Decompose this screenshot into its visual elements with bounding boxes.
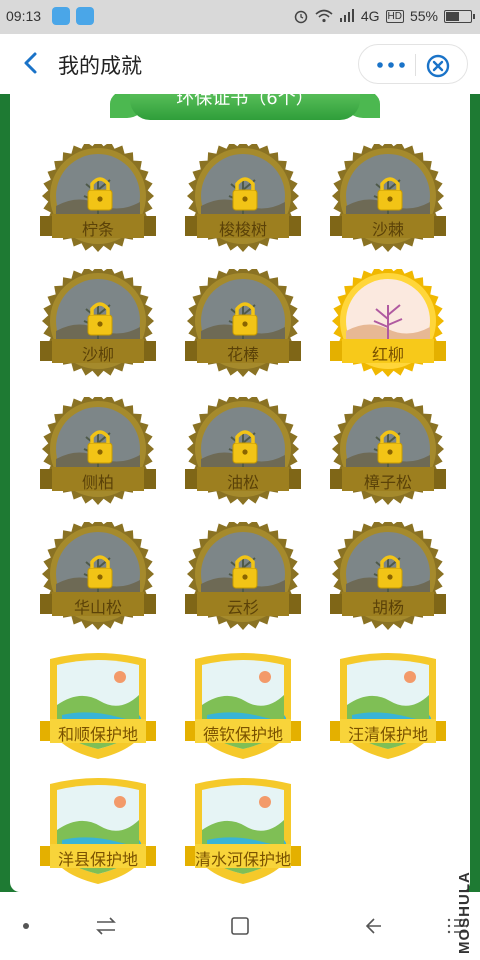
achievements-content[interactable]: 环保证书（6个） 柠条 梭梭树 沙棘沙柳 花棒 红柳侧柏 油松 樟子松华山松 云杉 胡杨和顺保护… <box>0 94 480 892</box>
wifi-icon <box>315 9 333 23</box>
badge-item[interactable]: 云杉 <box>183 522 303 632</box>
back-arrow-icon[interactable] <box>360 914 384 938</box>
certificate-panel: 环保证书（6个） 柠条 梭梭树 沙棘沙柳 花棒 红柳侧柏 油松 樟子松华山松 云杉 胡杨和顺保护… <box>10 94 470 892</box>
status-time: 09:13 <box>6 8 42 24</box>
network-type: 4G <box>360 8 380 24</box>
badge-item[interactable]: 洋县保护地 <box>38 774 158 884</box>
section-title-ribbon: 环保证书（6个） <box>130 94 360 120</box>
close-circle-icon[interactable] <box>425 53 451 79</box>
signal-icon <box>339 9 354 22</box>
badge-name: 清水河保护地 <box>194 850 291 869</box>
badge-name: 和顺保护地 <box>57 725 138 744</box>
badge-name: 梭梭树 <box>218 220 267 239</box>
lock-icon <box>233 552 257 588</box>
badge-name: 沙棘 <box>371 220 404 239</box>
badge-item[interactable]: 华山松 <box>38 522 158 632</box>
badge-item[interactable]: 沙棘 <box>328 144 448 254</box>
lock-icon <box>233 427 257 463</box>
lock-icon <box>88 427 112 463</box>
badge-item[interactable]: 梭梭树 <box>183 144 303 254</box>
badge-name: 柠条 <box>81 220 114 239</box>
alarm-app-icon <box>52 7 70 25</box>
switch-icon[interactable] <box>94 914 118 938</box>
badge-name: 胡杨 <box>371 598 404 617</box>
badge-item[interactable]: 樟子松 <box>328 397 448 507</box>
battery-icon <box>444 9 475 23</box>
badge-item[interactable]: 柠条 <box>38 144 158 254</box>
badge-name: 云杉 <box>226 598 259 617</box>
dot-icon[interactable] <box>14 914 38 938</box>
badge-name: 德钦保护地 <box>202 725 283 744</box>
badge-name: 华山松 <box>73 598 122 617</box>
lock-icon <box>233 299 257 335</box>
badge-item[interactable]: 和顺保护地 <box>38 649 158 759</box>
page-title: 我的成就 <box>58 54 142 78</box>
badge-name: 红柳 <box>371 345 404 364</box>
lock-icon <box>88 174 112 210</box>
lock-icon <box>88 299 112 335</box>
badge-name: 花棒 <box>226 345 259 364</box>
status-right: 4G HD 55% <box>293 8 475 24</box>
badge-item[interactable]: 汪清保护地 <box>328 649 448 759</box>
badge-item[interactable]: 德钦保护地 <box>183 649 303 759</box>
badge-name: 沙柳 <box>81 345 114 364</box>
badge-item[interactable]: 侧柏 <box>38 397 158 507</box>
hd-badge: HD <box>385 9 404 23</box>
badge-name: 油松 <box>226 473 259 492</box>
square-icon[interactable] <box>228 914 252 938</box>
status-bar: 09:13 4G HD 55% <box>0 0 480 34</box>
lock-icon <box>233 174 257 210</box>
badge-name: 洋县保护地 <box>57 850 138 869</box>
badge-item[interactable]: 胡杨 <box>328 522 448 632</box>
title-bar: 我的成就 <box>0 34 480 94</box>
badge-name: 汪清保护地 <box>347 725 428 744</box>
badge-item[interactable]: 清水河保护地 <box>183 774 303 884</box>
watermark-text: MOSHULA <box>456 871 473 954</box>
badge-name: 侧柏 <box>81 473 114 492</box>
chevron-left-icon[interactable] <box>18 50 44 76</box>
battery-text: 55% <box>409 8 438 24</box>
badge-item[interactable]: 红柳 <box>328 269 448 379</box>
badge-item[interactable]: 花棒 <box>183 269 303 379</box>
more-dots-icon[interactable] <box>373 56 409 74</box>
badge-name: 樟子松 <box>363 473 412 492</box>
lock-icon <box>378 427 402 463</box>
badge-item[interactable]: 沙柳 <box>38 269 158 379</box>
battery-fill <box>446 11 459 21</box>
lock-icon <box>378 174 402 210</box>
section-title: 环保证书（6个） <box>176 94 314 109</box>
lock-icon <box>378 552 402 588</box>
badge-item[interactable]: 油松 <box>183 397 303 507</box>
mini-program-capsule <box>358 44 468 84</box>
lock-icon <box>88 552 112 588</box>
system-nav-bar <box>0 892 480 960</box>
scan-app-icon <box>76 7 94 25</box>
capsule-divider <box>415 54 416 76</box>
alarm-icon <box>294 10 308 24</box>
